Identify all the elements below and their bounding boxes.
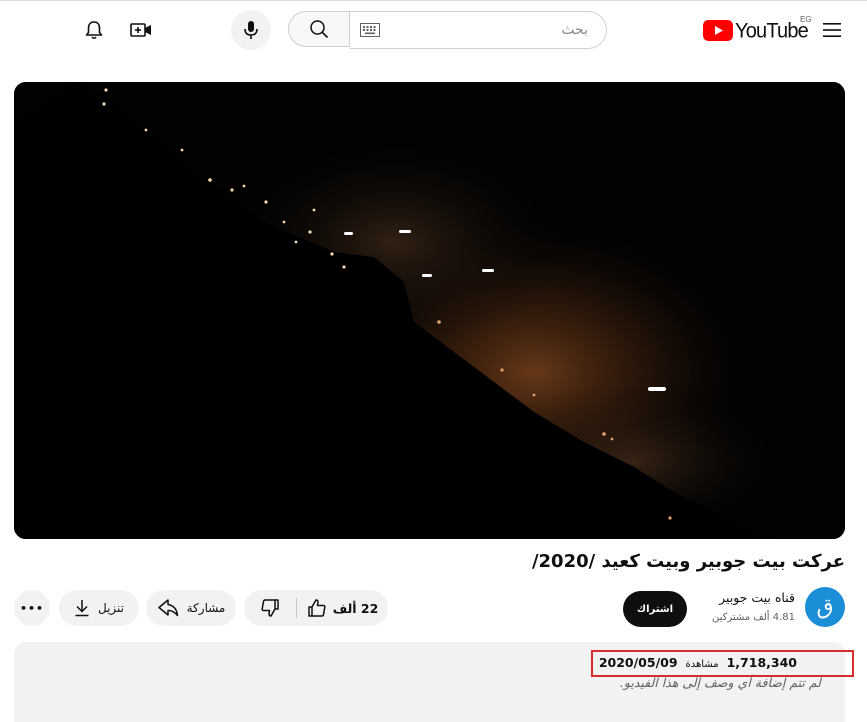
like-button[interactable]: 22 ألف	[297, 590, 388, 626]
search-button[interactable]	[288, 11, 350, 47]
video-title: عركت بيت جوبير وبيت كعيد /2020/	[531, 551, 845, 572]
subscriber-count: 4.81 ألف مشتركين	[711, 612, 795, 623]
avatar-letter: ق	[816, 594, 834, 620]
notifications-button[interactable]	[75, 12, 113, 48]
country-code: EG	[800, 15, 812, 24]
youtube-logo[interactable]: YouTube EG	[703, 14, 813, 46]
search-box	[350, 11, 607, 49]
more-dots-icon: •••	[19, 601, 45, 615]
share-icon	[157, 599, 178, 617]
like-count: 22 ألف	[332, 600, 379, 616]
hamburger-menu-icon	[823, 23, 841, 37]
menu-button[interactable]	[815, 14, 849, 46]
download-button[interactable]: تنزيل	[59, 590, 139, 626]
download-label: تنزيل	[97, 601, 124, 615]
description-box[interactable]: 1,718,340 مشاهدة 2020/05/09 لم تتم إضافة…	[14, 642, 845, 722]
voice-search-button[interactable]	[231, 10, 271, 50]
subscribe-button[interactable]: اشتراك	[623, 591, 687, 627]
create-video-icon	[130, 23, 151, 37]
share-label: مشاركة	[186, 601, 226, 615]
like-dislike-group: 22 ألف	[244, 590, 388, 626]
thumbs-down-icon	[261, 599, 279, 617]
thumbs-up-icon	[307, 599, 326, 617]
more-actions-button[interactable]: •••	[14, 590, 50, 626]
video-frame	[14, 82, 845, 539]
bell-icon	[85, 21, 103, 40]
upload-date: 2020/05/09	[598, 655, 678, 670]
video-player[interactable]	[14, 82, 845, 539]
search-input[interactable]	[388, 12, 588, 48]
create-button[interactable]	[122, 12, 160, 48]
masthead: YouTube EG	[0, 0, 867, 64]
microphone-icon	[244, 21, 258, 39]
youtube-play-icon	[703, 20, 733, 41]
search-icon	[310, 20, 329, 39]
view-count: 1,718,340	[726, 655, 797, 670]
share-button[interactable]: مشاركة	[146, 590, 236, 626]
dislike-button[interactable]	[244, 590, 296, 626]
channel-avatar[interactable]: ق	[805, 587, 845, 627]
description-text: لم تتم إضافة أي وصف إلى هذا الفيديو.	[619, 675, 821, 690]
channel-name[interactable]: قناه بيت جوبير	[719, 590, 795, 605]
like-divider	[296, 598, 297, 618]
logo-wordmark: YouTube	[735, 19, 809, 43]
download-icon	[75, 600, 89, 617]
view-label: مشاهدة	[685, 659, 719, 670]
keyboard-icon[interactable]	[360, 23, 380, 37]
video-meta: 1,718,340 مشاهدة 2020/05/09	[599, 655, 797, 670]
